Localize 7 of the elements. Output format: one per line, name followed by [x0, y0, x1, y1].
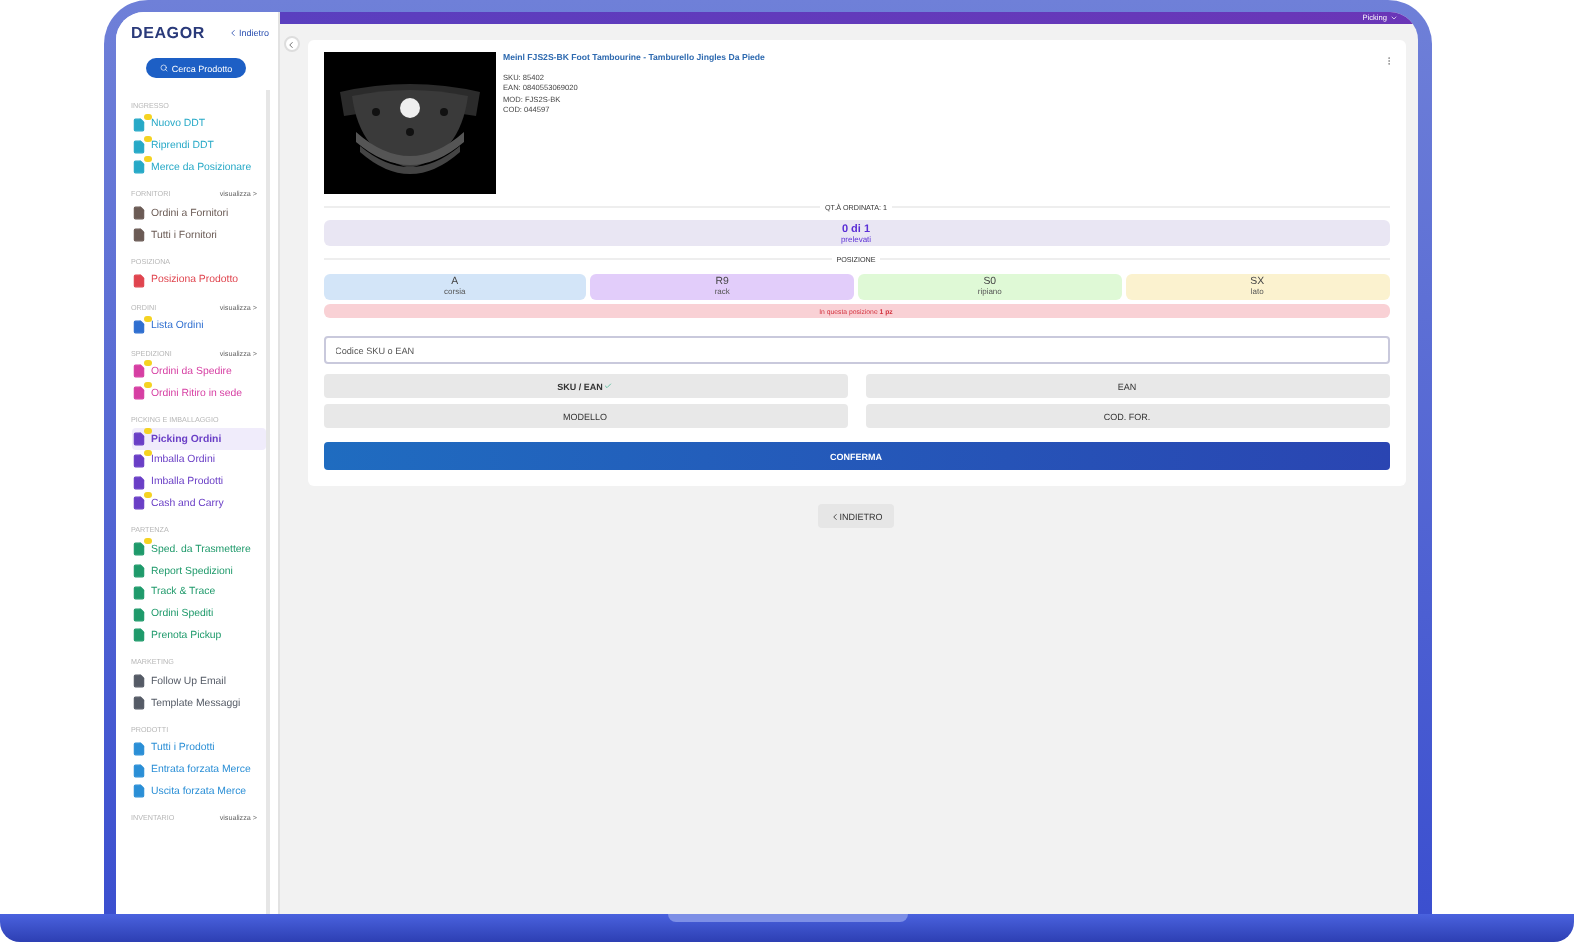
chevron-left-icon — [829, 511, 840, 521]
logo: DEAGOR — [131, 24, 205, 42]
search-icon — [159, 64, 168, 72]
collapse-button[interactable] — [283, 36, 299, 52]
check-icon — [604, 382, 613, 390]
chevron-left-icon — [286, 39, 296, 49]
chevron-left-icon — [228, 28, 239, 38]
